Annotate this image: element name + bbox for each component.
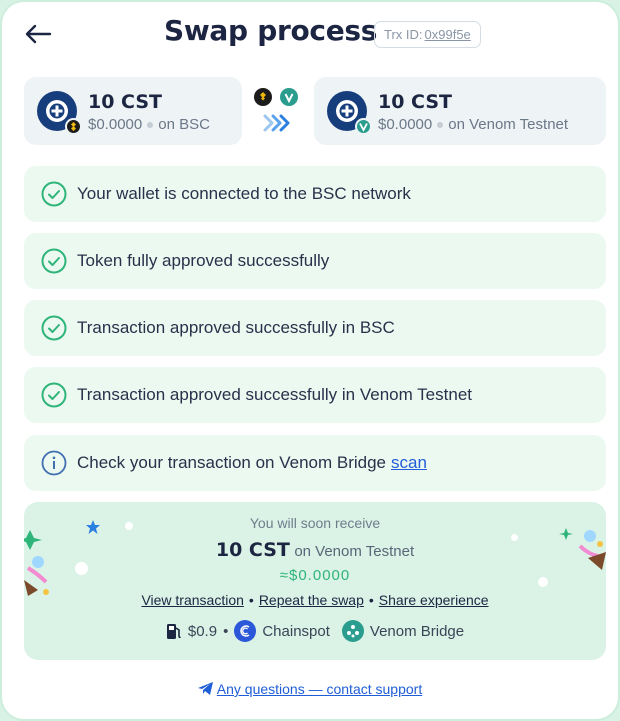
view-transaction-link[interactable]: View transaction <box>141 592 243 608</box>
from-token-amount: 10 CST <box>88 90 162 113</box>
check-circle-icon <box>40 314 68 342</box>
bsc-icon <box>254 88 272 106</box>
provider-venom-bridge: Venom Bridge <box>369 622 465 640</box>
repeat-swap-link[interactable]: Repeat the swap <box>259 592 364 608</box>
gas-fee: $0.9 <box>187 622 218 640</box>
cst-token-logo <box>327 91 372 135</box>
check-circle-icon <box>40 180 68 208</box>
route-network-icons <box>254 88 298 106</box>
fuel-pump-icon <box>166 624 181 639</box>
from-token-card: 10 CST $0.0000 on BSC <box>24 77 242 145</box>
action-links: View transaction • Repeat the swap • Share e… <box>141 592 489 608</box>
telegram-icon <box>197 682 213 695</box>
status-text: Transaction approved successfully in BSC <box>77 318 395 337</box>
to-token-network: on Venom Testnet <box>448 115 569 133</box>
trx-id-link[interactable]: 0x99f5e <box>425 27 471 42</box>
from-token-usd: $0.0000 <box>88 115 143 133</box>
cst-token-logo <box>37 91 82 135</box>
back-button[interactable] <box>22 18 54 50</box>
receive-network: on Venom Testnet <box>294 543 415 560</box>
to-token-card: 10 CST $0.0000 on Venom Testnet <box>314 77 606 145</box>
info-icon <box>40 449 68 477</box>
status-text: Token fully approved successfully <box>77 251 330 270</box>
page-title: Swap process <box>164 14 378 47</box>
venom-network-icon <box>355 118 372 135</box>
status-step-tx-venom: Transaction approved successfully in Ven… <box>24 367 606 423</box>
check-circle-icon <box>40 381 68 409</box>
to-token-amount: 10 CST <box>378 90 452 113</box>
info-text: Check your transaction on Venom Bridge <box>77 453 387 472</box>
receive-summary: You will soon receive 10 CST on Venom Te… <box>24 502 606 660</box>
check-circle-icon <box>40 247 68 275</box>
swap-panel: Swap process Trx ID: 0x99f5e 10 CST $0.0… <box>2 2 618 719</box>
scan-link[interactable]: scan <box>391 453 427 473</box>
status-step-tx-bsc: Transaction approved successfully in BSC <box>24 300 606 356</box>
status-text: Your wallet is connected to the BSC netw… <box>77 184 411 203</box>
venom-bridge-icon <box>341 620 364 642</box>
bsc-network-icon <box>65 118 82 135</box>
trx-id-badge: Trx ID: 0x99f5e <box>374 21 481 48</box>
from-token-network: on BSC <box>158 115 210 133</box>
contact-support-link[interactable]: Any questions — contact support <box>217 681 422 697</box>
venom-icon <box>280 88 298 106</box>
receive-usd: ≈$0.0000 <box>279 567 351 584</box>
party-popper-left-icon <box>24 530 49 596</box>
status-step-wallet-connected: Your wallet is connected to the BSC netw… <box>24 166 606 222</box>
receive-title: You will soon receive <box>249 515 381 531</box>
route-footer: $0.9 • Chainspot Venom Bridge <box>24 620 606 642</box>
provider-chainspot: Chainspot <box>262 622 330 640</box>
support-row: Any questions — contact support <box>2 681 618 697</box>
chainspot-icon <box>234 620 257 642</box>
trx-id-label: Trx ID: <box>384 27 423 42</box>
share-experience-link[interactable]: Share experience <box>379 592 489 608</box>
status-text: Transaction approved successfully in Ven… <box>77 385 472 404</box>
receive-amount: 10 CST <box>215 539 290 561</box>
direction-arrows-icon <box>262 113 294 138</box>
arrow-left-icon <box>25 24 52 44</box>
to-token-usd: $0.0000 <box>378 115 433 133</box>
info-row-check-transaction: Check your transaction on Venom Bridge s… <box>24 435 606 491</box>
status-step-token-approved: Token fully approved successfully <box>24 233 606 289</box>
